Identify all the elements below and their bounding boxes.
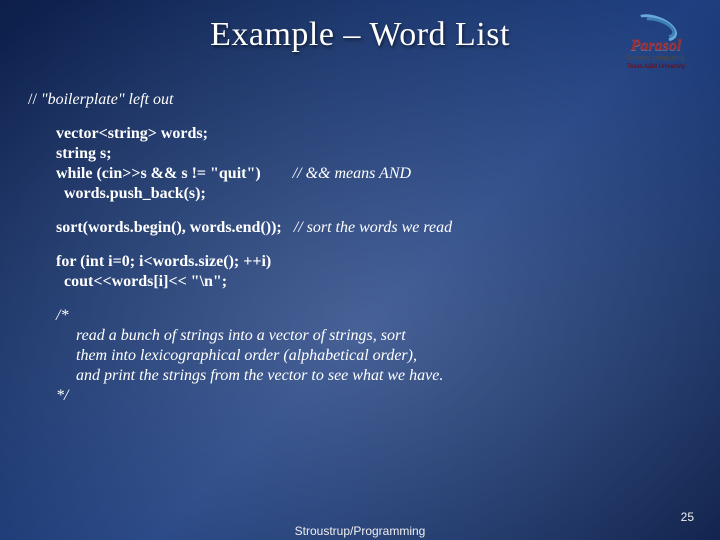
- logo-tagline: Smarter computing.: [612, 55, 700, 63]
- spacer: [261, 165, 293, 182]
- comment-line: read a bunch of strings into a vector of…: [28, 326, 692, 346]
- parasol-swoosh-icon: [628, 14, 684, 38]
- code-text: while (cin>>s && s != "quit"): [56, 165, 261, 182]
- code-line: cout<<words[i]<< "\n";: [28, 272, 692, 292]
- code-text: sort(words.begin(), words.end());: [56, 219, 282, 236]
- logo-university: Texas A&M University: [612, 64, 700, 70]
- code-line: words.push_back(s);: [28, 184, 692, 204]
- comment-prefix: //: [293, 165, 306, 182]
- code-line: string s;: [28, 144, 692, 164]
- parasol-logo: Parasol Smarter computing. Texas A&M Uni…: [612, 14, 700, 70]
- comment-prefix: //: [28, 91, 41, 108]
- comment-prefix: //: [294, 219, 307, 236]
- comment-line: them into lexicographical order (alphabe…: [28, 346, 692, 366]
- comment-line: /*: [28, 306, 692, 326]
- slide: Example – Word List Parasol Smarter comp…: [0, 0, 720, 540]
- comment-line: // "boilerplate" left out: [28, 90, 692, 110]
- comment-text: "boilerplate" left out: [41, 91, 174, 108]
- comment-line: and print the strings from the vector to…: [28, 366, 692, 386]
- code-line: while (cin>>s && s != "quit") // && mean…: [28, 164, 692, 184]
- footer-center: Stroustrup/Programming: [0, 524, 720, 538]
- code-line: vector<string> words;: [28, 124, 692, 144]
- code-line: sort(words.begin(), words.end()); // sor…: [28, 218, 692, 238]
- code-block: // "boilerplate" left out vector<string>…: [28, 90, 692, 406]
- comment-text: sort the words we read: [307, 219, 452, 236]
- comment-text: && means AND: [306, 165, 411, 182]
- page-number: 25: [681, 510, 694, 524]
- comment-line: */: [28, 386, 692, 406]
- spacer: [282, 219, 294, 236]
- code-line: for (int i=0; i<words.size(); ++i): [28, 252, 692, 272]
